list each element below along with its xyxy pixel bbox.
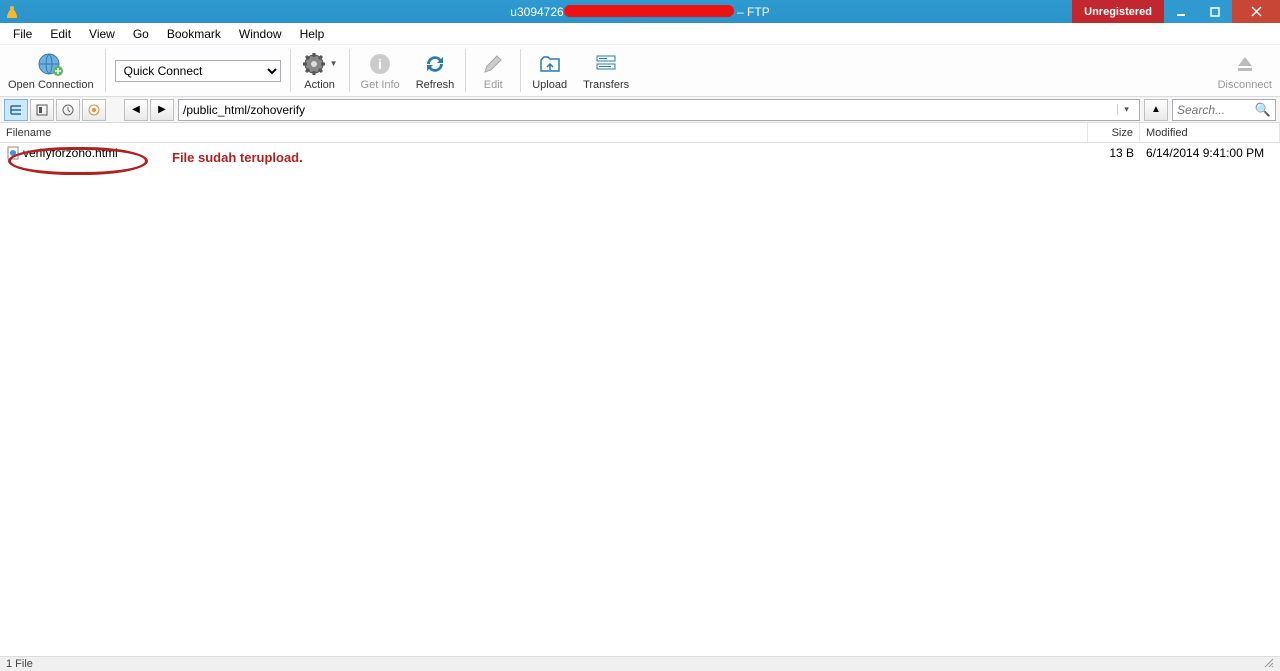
unregistered-badge[interactable]: Unregistered xyxy=(1072,0,1164,23)
gear-icon xyxy=(302,52,328,76)
get-info-label: Get Info xyxy=(361,79,400,91)
file-name: verifyforzoho.html xyxy=(23,146,118,160)
menu-edit[interactable]: Edit xyxy=(41,25,80,43)
nav-back-button[interactable]: ◀ xyxy=(124,99,148,121)
menu-file[interactable]: File xyxy=(4,25,41,43)
refresh-label: Refresh xyxy=(416,79,455,91)
view-bonjour-button[interactable] xyxy=(82,99,106,121)
column-modified[interactable]: Modified xyxy=(1140,123,1280,142)
menu-help[interactable]: Help xyxy=(291,25,334,43)
outline-icon xyxy=(36,104,48,116)
file-modified: 6/14/2014 9:41:00 PM xyxy=(1140,144,1280,162)
unregistered-label: Unregistered xyxy=(1084,6,1152,18)
title-suffix: – FTP xyxy=(734,5,770,19)
clock-icon xyxy=(62,104,74,116)
upload-icon xyxy=(538,52,562,76)
action-label: Action xyxy=(304,79,335,91)
path-combobox[interactable]: ▾ xyxy=(178,99,1140,121)
upload-button[interactable]: Upload xyxy=(524,45,575,96)
info-icon: i xyxy=(368,52,392,76)
disconnect-label: Disconnect xyxy=(1218,79,1272,91)
title-user: u3094726 xyxy=(510,5,563,19)
menu-bookmark[interactable]: Bookmark xyxy=(158,25,230,43)
svg-text:i: i xyxy=(378,56,382,72)
bonjour-icon xyxy=(88,104,100,116)
toolbar-separator xyxy=(105,49,106,92)
resize-grip-icon xyxy=(1264,658,1274,668)
window-titlebar: u3094726 – FTP Unregistered xyxy=(0,0,1280,23)
app-icon xyxy=(4,4,20,20)
globe-plus-icon xyxy=(37,52,65,76)
toolbar-separator xyxy=(465,49,466,92)
quick-connect-select[interactable]: Quick Connect xyxy=(115,60,281,82)
status-bar: 1 File xyxy=(0,656,1280,671)
refresh-button[interactable]: Refresh xyxy=(408,45,463,96)
transfers-label: Transfers xyxy=(583,79,629,91)
toolbar-separator xyxy=(520,49,521,92)
status-right xyxy=(1264,658,1274,671)
get-info-button[interactable]: i Get Info xyxy=(353,45,408,96)
path-dropdown-button[interactable]: ▾ xyxy=(1117,104,1135,115)
toolbar-separator xyxy=(290,49,291,92)
annotation-text: File sudah terupload. xyxy=(172,150,303,165)
upload-label: Upload xyxy=(532,79,567,91)
html-file-icon xyxy=(6,146,20,160)
refresh-icon xyxy=(423,52,447,76)
file-list-header: Filename Size Modified xyxy=(0,123,1280,143)
edit-label: Edit xyxy=(484,79,503,91)
column-filename[interactable]: Filename xyxy=(0,123,1088,142)
window-close-button[interactable] xyxy=(1232,0,1280,23)
window-minimize-button[interactable] xyxy=(1164,0,1198,23)
menu-go[interactable]: Go xyxy=(124,25,158,43)
toolbar-separator xyxy=(349,49,350,92)
search-box[interactable]: 🔍 xyxy=(1172,99,1276,121)
transfers-button[interactable]: Transfers xyxy=(575,45,637,96)
toolbar: Open Connection Quick Connect ▼ Action i… xyxy=(0,45,1280,97)
search-input[interactable] xyxy=(1177,103,1255,117)
status-left: 1 File xyxy=(6,658,33,670)
open-connection-label: Open Connection xyxy=(8,79,94,91)
search-icon: 🔍 xyxy=(1255,102,1271,118)
chevron-down-icon: ▼ xyxy=(330,59,338,68)
window-maximize-button[interactable] xyxy=(1198,0,1232,23)
path-input[interactable] xyxy=(183,103,1117,117)
view-history-button[interactable] xyxy=(56,99,80,121)
disconnect-button[interactable]: Disconnect xyxy=(1210,45,1280,96)
column-size[interactable]: Size xyxy=(1088,123,1140,142)
view-list-button[interactable] xyxy=(4,99,28,121)
nav-forward-button[interactable]: ▶ xyxy=(150,99,174,121)
triangle-right-icon: ▶ xyxy=(158,104,166,115)
menu-window[interactable]: Window xyxy=(230,25,291,43)
view-outline-button[interactable] xyxy=(30,99,54,121)
transfers-icon xyxy=(594,52,618,76)
pencil-icon xyxy=(481,52,505,76)
eject-icon xyxy=(1233,52,1257,76)
open-connection-button[interactable]: Open Connection xyxy=(0,45,102,96)
list-icon xyxy=(10,104,22,116)
file-size: 13 B xyxy=(1088,144,1140,162)
menu-view[interactable]: View xyxy=(80,25,124,43)
menu-bar: File Edit View Go Bookmark Window Help xyxy=(0,23,1280,45)
triangle-up-icon: ▲ xyxy=(1151,104,1161,115)
edit-button[interactable]: Edit xyxy=(469,45,517,96)
nav-up-button[interactable]: ▲ xyxy=(1144,99,1168,121)
title-redaction xyxy=(564,5,734,17)
action-button[interactable]: ▼ Action xyxy=(294,45,346,96)
triangle-left-icon: ◀ xyxy=(132,104,140,115)
navigation-bar: ◀ ▶ ▾ ▲ 🔍 xyxy=(0,97,1280,123)
